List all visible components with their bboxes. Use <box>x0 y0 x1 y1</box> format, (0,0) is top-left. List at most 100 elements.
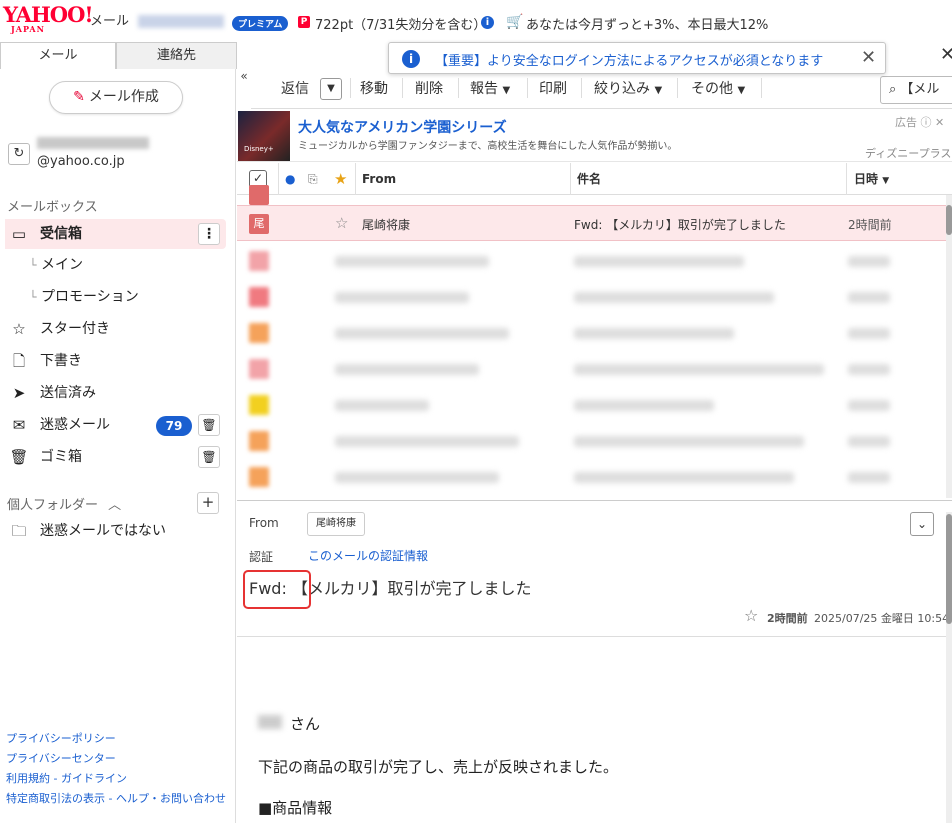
blurred-sender <box>335 364 479 375</box>
blurred-subject <box>574 328 734 339</box>
sidebar-item-main[interactable]: └ メイン <box>5 250 226 280</box>
privacy-policy-link[interactable]: プライバシーポリシー <box>6 730 116 746</box>
delete-button[interactable]: 削除 <box>415 78 443 98</box>
highlight-box <box>243 570 311 609</box>
more-options-button[interactable]: ⋮ <box>198 223 220 245</box>
ad-description: ミュージカルから学園ファンタジーまで、高校生活を舞台にした人気作品が勢揃い。 <box>298 141 678 152</box>
cart-icon: 🛒 <box>506 14 524 30</box>
list-scrollbar-thumb[interactable] <box>946 205 952 235</box>
inbox-icon: ▭ <box>11 225 27 243</box>
star-icon[interactable]: ★ <box>334 163 347 195</box>
avatar <box>249 185 269 205</box>
promo-text[interactable]: あなたは今月ずっと+3%、本日最大12% <box>526 14 768 33</box>
mail-service-label: メール <box>90 14 130 29</box>
folder-icon: 🗀 <box>11 522 27 540</box>
table-row[interactable]: 尾 ☆ 尾崎将康 Fwd: 【メルカリ】取引が完了しました 2時間前 <box>237 205 946 241</box>
print-button[interactable]: 印刷 <box>539 78 567 98</box>
table-row[interactable] <box>237 351 946 387</box>
info-icon[interactable]: ⓘ <box>921 116 932 129</box>
search-input[interactable]: ⌕ 【メル <box>880 76 952 104</box>
row-date: 2時間前 <box>848 218 892 232</box>
draft-icon: 🗋 <box>12 352 26 370</box>
sidebar-item-not-spam[interactable]: 🗀 迷惑メールではない <box>5 516 226 546</box>
move-button[interactable]: 移動 <box>360 78 388 98</box>
list-scrollbar[interactable] <box>946 195 952 498</box>
attachment-icon[interactable]: ⎘ <box>308 163 318 195</box>
close-icon[interactable]: ✕ <box>940 44 952 65</box>
ad-label: 広告 ⓘ ✕ <box>895 116 945 129</box>
filter-button[interactable]: 絞り込み ▼ <box>594 78 662 98</box>
ad-banner[interactable]: Disney+ 大人気なアメリカン学園シリーズ ミュージカルから学園ファンタジー… <box>237 111 952 162</box>
blurred-sender <box>335 472 499 483</box>
pane-scrollbar-thumb[interactable] <box>946 514 952 624</box>
sidebar-item-drafts[interactable]: 🗋 下書き <box>5 346 226 376</box>
premium-badge[interactable]: プレミアム <box>232 16 289 31</box>
table-row[interactable] <box>237 423 946 459</box>
unread-dot-icon[interactable]: ● <box>285 163 295 195</box>
toolbar: 返信 ▼ 移動 削除 報告 ▼ 印刷 絞り込み ▼ その他 ▼ ⌕ 【メル <box>251 69 952 109</box>
add-folder-button[interactable]: + <box>197 492 219 514</box>
star-icon[interactable]: ☆ <box>335 214 348 232</box>
info-icon[interactable]: i <box>481 16 494 29</box>
tab-mail[interactable]: メール <box>0 42 116 69</box>
yahoo-logo[interactable]: YAHOO! JAPAN <box>3 4 94 33</box>
divider <box>581 78 582 98</box>
compose-button[interactable]: ✎ メール作成 <box>49 81 183 114</box>
personal-folders-title[interactable]: 個人フォルダー ︿ <box>7 494 121 513</box>
column-date[interactable]: 日時 ▼ <box>854 163 889 195</box>
reply-button[interactable]: 返信 <box>281 78 309 98</box>
table-row[interactable] <box>237 279 946 315</box>
divider <box>846 163 847 195</box>
avatar <box>249 395 269 415</box>
sort-desc-icon: ▼ <box>882 176 890 186</box>
close-icon[interactable]: ✕ <box>935 116 944 129</box>
blurred-sender <box>335 400 429 411</box>
greeting: さん <box>290 715 321 733</box>
sidebar-item-sent[interactable]: ➤ 送信済み <box>5 378 226 408</box>
star-icon[interactable]: ☆ <box>744 606 758 625</box>
privacy-center-link[interactable]: プライバシーセンター <box>6 750 116 766</box>
avatar <box>249 467 269 487</box>
sidebar-item-spam[interactable]: ✉ 迷惑メール 79 🗑 <box>5 410 226 440</box>
refresh-icon[interactable]: ↻ <box>8 143 30 165</box>
spam-icon: ✉ <box>12 416 26 434</box>
sidebar-item-starred[interactable]: ☆ スター付き <box>5 314 226 344</box>
blurred-date <box>848 436 890 447</box>
close-icon[interactable]: ✕ <box>861 47 876 68</box>
reply-dropdown-button[interactable]: ▼ <box>320 78 342 100</box>
message-list-header: ✓ ● ⎘ ★ From 件名 日時 ▼ <box>237 163 952 195</box>
legal-help-link[interactable]: 特定商取引法の表示 - ヘルプ・お問い合わせ <box>6 790 226 806</box>
tab-contacts[interactable]: 連絡先 <box>116 42 237 69</box>
sidebar-item-trash[interactable]: 🗑 ゴミ箱 🗑 <box>5 442 226 472</box>
ad-image[interactable]: Disney+ <box>238 111 290 161</box>
table-row[interactable] <box>237 387 946 423</box>
points-text[interactable]: 722pt（7/31失効分を含む） <box>315 14 486 33</box>
report-button[interactable]: 報告 ▼ <box>470 78 510 98</box>
empty-spam-button[interactable]: 🗑 <box>198 414 220 436</box>
auth-info-link[interactable]: このメールの認証情報 <box>308 547 428 564</box>
notice-text[interactable]: 【重要】より安全なログイン方法によるアクセスが必須となります <box>435 50 823 69</box>
terms-link[interactable]: 利用規約 - ガイドライン <box>6 770 127 786</box>
table-row[interactable] <box>237 243 946 279</box>
other-button[interactable]: その他 ▼ <box>691 78 745 98</box>
chevron-up-icon: ︿ <box>108 498 122 513</box>
table-row[interactable] <box>237 459 946 495</box>
divider <box>570 163 571 195</box>
sender-chip[interactable]: 尾崎将康 <box>307 512 365 536</box>
row-from: 尾崎将康 <box>362 218 411 232</box>
blurred-date <box>848 364 890 375</box>
empty-trash-button[interactable]: 🗑 <box>198 446 220 468</box>
ad-title[interactable]: 大人気なアメリカン学園シリーズ <box>298 117 507 137</box>
sidebar-item-promotion[interactable]: └ プロモーション <box>5 282 226 312</box>
table-row[interactable] <box>237 315 946 351</box>
list-item[interactable] <box>237 185 946 205</box>
chevron-down-icon[interactable]: ⌄ <box>910 512 934 536</box>
column-from[interactable]: From <box>362 163 396 195</box>
sidebar-item-inbox[interactable]: ▭ 受信箱 ⋮ <box>5 219 226 249</box>
avatar <box>249 431 269 451</box>
avatar <box>249 251 269 271</box>
divider <box>350 78 351 98</box>
column-subject[interactable]: 件名 <box>577 163 601 195</box>
divider <box>237 636 946 637</box>
collapse-sidebar-icon[interactable]: « <box>237 69 251 89</box>
